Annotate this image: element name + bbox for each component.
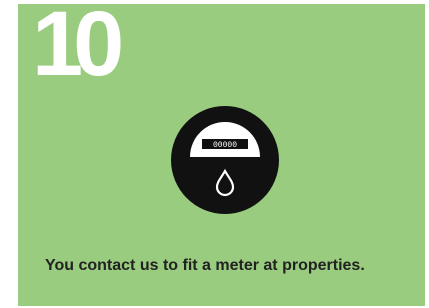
step-card: 10 00000 You contact us to fit a meter a… xyxy=(18,0,425,306)
step-number: 10 xyxy=(32,0,124,95)
page: 10 00000 You contact us to fit a meter a… xyxy=(0,0,429,308)
step-caption: You contact us to fit a meter at propert… xyxy=(45,257,365,274)
water-meter-icon: 00000 xyxy=(171,106,279,214)
meter-dial-reading: 00000 xyxy=(213,141,237,150)
